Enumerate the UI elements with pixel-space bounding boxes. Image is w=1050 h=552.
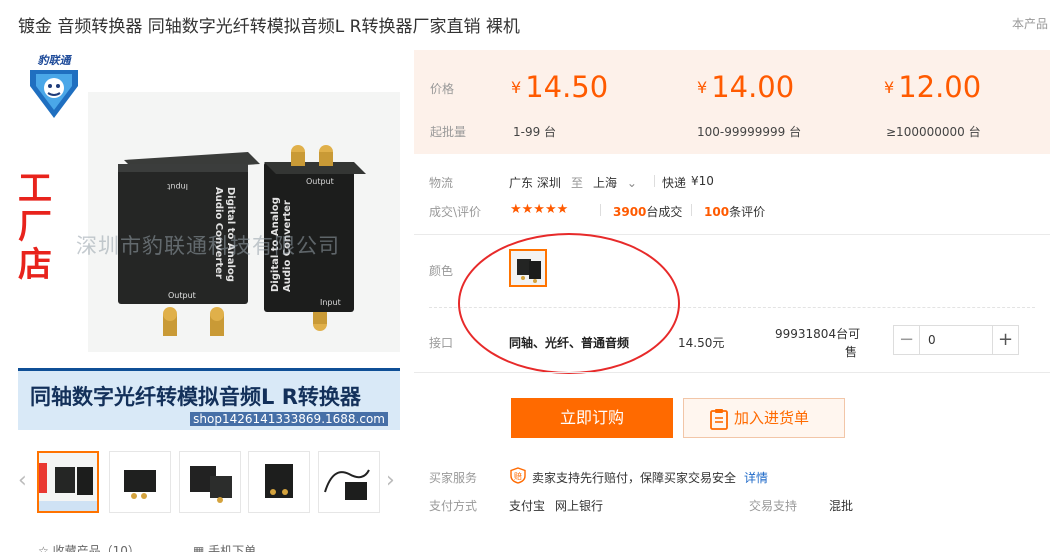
shield-badge-text: 赔: [514, 471, 522, 481]
main-product-image[interactable]: 豹联通 工厂店 Input Digital to Analog Audio Co…: [18, 50, 400, 430]
thumbnail-5[interactable]: [318, 451, 380, 513]
payment-method-alipay: 支付宝: [509, 499, 546, 513]
phone-order-link[interactable]: ▦ 手机下单: [193, 542, 256, 552]
banner-text: 同轴数字光纤转模拟音频L R转换器: [30, 385, 361, 409]
favorite-label: 收藏产品（10）: [52, 544, 140, 552]
payment-method-bank: 网上银行: [555, 499, 604, 513]
divider: [654, 175, 655, 187]
service-detail-link[interactable]: 详情: [744, 469, 768, 486]
deals-count-link[interactable]: 3900台成交: [613, 203, 682, 220]
deals-count: 3900: [613, 205, 647, 219]
divider: [600, 204, 601, 216]
trade-support-label: 交易支持: [749, 499, 798, 513]
divider: [691, 204, 692, 216]
currency-symbol: ¥: [697, 78, 708, 97]
reviews-unit: 条评价: [729, 205, 766, 219]
price-tier-1: ¥14.50: [511, 70, 608, 104]
buy-now-button[interactable]: 立即订购: [511, 398, 673, 438]
quantity-stepper[interactable]: − 0 +: [893, 325, 1019, 355]
chevron-right-icon[interactable]: ›: [386, 468, 395, 493]
rating-stars: ★★★★★: [510, 202, 569, 217]
currency-symbol: ¥: [884, 78, 895, 97]
device2-input-label: Input: [320, 298, 341, 307]
buyer-service-label: 买家服务: [429, 471, 478, 485]
add-to-cart-label: 加入进货单: [734, 409, 810, 427]
price-tier-2-value: 14.00: [711, 70, 795, 104]
thumbnail-1[interactable]: [37, 451, 99, 513]
product-banner: 同轴数字光纤转模拟音频L R转换器 shop1426141333869.1688…: [18, 368, 400, 430]
annotation-circle: [458, 233, 680, 374]
price-tier-1-value: 14.50: [525, 70, 609, 104]
chevron-left-icon[interactable]: ‹: [18, 468, 27, 493]
stock-line-1: 99931804台可: [775, 327, 861, 341]
clipboard-icon: [710, 409, 728, 430]
express-fee: ¥10: [691, 174, 714, 188]
thumbnail-3[interactable]: [179, 451, 241, 513]
add-to-cart-button[interactable]: 加入进货单: [683, 398, 845, 438]
device1-output-label: Output: [168, 291, 196, 300]
destination-value: 上海: [593, 176, 618, 190]
interface-label: 接口: [429, 336, 454, 350]
product-title: 镀金 音频转换器 同轴数字光纤转模拟音频L R转换器厂家直销 裸机: [18, 17, 520, 37]
qr-code-icon: ▦: [193, 544, 205, 552]
star-outline-icon: ☆: [38, 544, 49, 552]
section-divider: [414, 372, 1050, 373]
thumbnail-image: [39, 453, 97, 511]
brand-logo: 豹联通: [20, 50, 88, 124]
header-right-text[interactable]: 本产品: [1012, 15, 1048, 32]
logistics-to-word: 至: [571, 176, 584, 190]
price-label: 价格: [430, 82, 455, 96]
thumbnail-image: [249, 452, 309, 512]
currency-symbol: ¥: [511, 78, 522, 97]
phone-order-label: 手机下单: [208, 544, 257, 552]
thumbnail-image: [180, 452, 240, 512]
thumbnail-2[interactable]: [109, 451, 171, 513]
express-label: 快递: [662, 176, 687, 190]
price-tier-3-value: 12.00: [898, 70, 982, 104]
section-divider: [414, 234, 1050, 235]
increment-button[interactable]: +: [992, 326, 1018, 354]
price-box: 价格 起批量 ¥14.50 ¥14.00 ¥12.00 1-99 台 100-9…: [414, 50, 1050, 154]
payment-label: 支付方式: [429, 499, 478, 513]
device1-input-label: Input: [167, 182, 188, 191]
thumbnail-4[interactable]: [248, 451, 310, 513]
color-label: 颜色: [429, 264, 454, 278]
logistics-destination-select[interactable]: 上海 ⌄: [593, 174, 637, 191]
moq-label: 起批量: [430, 125, 467, 139]
product-photo: Input Digital to Analog Audio Converter …: [88, 92, 400, 352]
thumbnail-image: [110, 452, 170, 512]
price-tier-2: ¥14.00: [697, 70, 794, 104]
reviews-count: 100: [704, 205, 730, 219]
favorite-product-link[interactable]: ☆ 收藏产品（10）: [38, 542, 140, 552]
shop-watermark: 深圳市豹联通科技有限公司: [76, 234, 340, 258]
thumbnail-image: [319, 452, 379, 512]
buyer-service-text: 卖家支持先行赔付，保障买家交易安全: [532, 471, 737, 485]
decrement-button[interactable]: −: [894, 326, 920, 354]
banner-shop-url: shop1426141333869.1688.com: [190, 412, 388, 426]
trade-support-value: 混批: [829, 499, 854, 513]
reviews-count-link[interactable]: 100条评价: [704, 203, 765, 220]
logistics-label: 物流: [429, 176, 454, 190]
converter-devices-icon: Input Digital to Analog Audio Converter …: [118, 145, 366, 336]
factory-store-text: 工厂店: [18, 169, 52, 285]
deals-unit: 台成交: [646, 205, 683, 219]
shield-icon: 赔: [510, 467, 526, 484]
device2-output-label: Output: [306, 177, 334, 186]
price-tier-3: ¥12.00: [884, 70, 981, 104]
stock-line-2: 售: [845, 345, 858, 359]
quantity-input[interactable]: 0: [928, 333, 936, 347]
moq-tier-2: 100-99999999 台: [697, 125, 802, 139]
logistics-origin: 广东 深圳: [509, 176, 561, 190]
reviews-label: 成交\评价: [429, 205, 482, 219]
moq-tier-1: 1-99 台: [513, 125, 557, 139]
leopard-shield-icon: [30, 70, 78, 118]
sku-price: 14.50元: [678, 336, 725, 350]
moq-tier-3: ≥100000000 台: [886, 125, 981, 139]
chevron-down-icon: ⌄: [626, 176, 637, 190]
